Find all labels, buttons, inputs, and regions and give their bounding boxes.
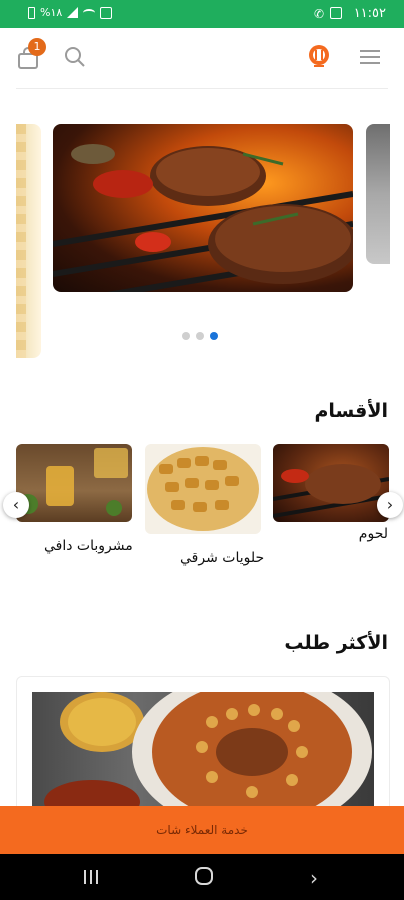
battery-percent: %١٨ (40, 6, 63, 19)
back-icon[interactable]: › (310, 866, 318, 890)
home-icon[interactable] (195, 867, 213, 885)
hero-slide-prev[interactable] (16, 124, 41, 358)
category-label-hot-drinks[interactable]: مشروبات دافي (44, 538, 133, 554)
alarm-icon (100, 6, 113, 19)
slider-dot[interactable] (182, 332, 190, 340)
category-label-meat[interactable]: لحوم (359, 526, 388, 542)
category-image-oriental-sweets[interactable] (145, 444, 261, 534)
signal-icon (67, 7, 79, 18)
phone-icon: ✆ (313, 7, 324, 21)
most-ordered-title: الأكثر طلب (284, 632, 388, 654)
customer-service-chat-button[interactable]: خدمة العملاء شات (0, 806, 404, 854)
category-next-arrow[interactable]: › (377, 492, 403, 518)
most-ordered-image[interactable] (32, 692, 374, 812)
recent-apps-icon[interactable] (84, 870, 100, 884)
menu-icon[interactable] (360, 50, 380, 64)
cart-badge: 1 (28, 38, 46, 56)
category-prev-arrow[interactable]: ‹ (3, 492, 29, 518)
search-icon[interactable] (64, 46, 86, 68)
logo-icon[interactable] (308, 44, 330, 70)
system-nav-bar: › (0, 854, 404, 900)
battery-icon (28, 6, 35, 19)
slider-dots (182, 332, 218, 340)
slider-dot[interactable] (196, 332, 204, 340)
category-image-meat[interactable] (273, 444, 389, 522)
slider-dot-active[interactable] (210, 332, 218, 340)
wifi-icon (83, 8, 96, 17)
header-divider (16, 88, 388, 89)
hero-slide-next[interactable] (366, 124, 390, 264)
status-icons-left: %١٨ (28, 6, 113, 19)
category-label-oriental-sweets[interactable]: حلويات شرقي (180, 550, 264, 566)
app-header: 1 (0, 28, 404, 88)
status-bar: %١٨ ✆ ١١:٥٢ (0, 0, 404, 28)
categories-title: الأقسام (314, 400, 389, 422)
status-time: ١١:٥٢ (353, 6, 386, 21)
gallery-icon (330, 7, 342, 19)
category-image-hot-drinks[interactable] (16, 444, 132, 522)
status-icons-right: ✆ (314, 7, 342, 21)
hero-slide-grilled-meat[interactable] (53, 124, 353, 292)
